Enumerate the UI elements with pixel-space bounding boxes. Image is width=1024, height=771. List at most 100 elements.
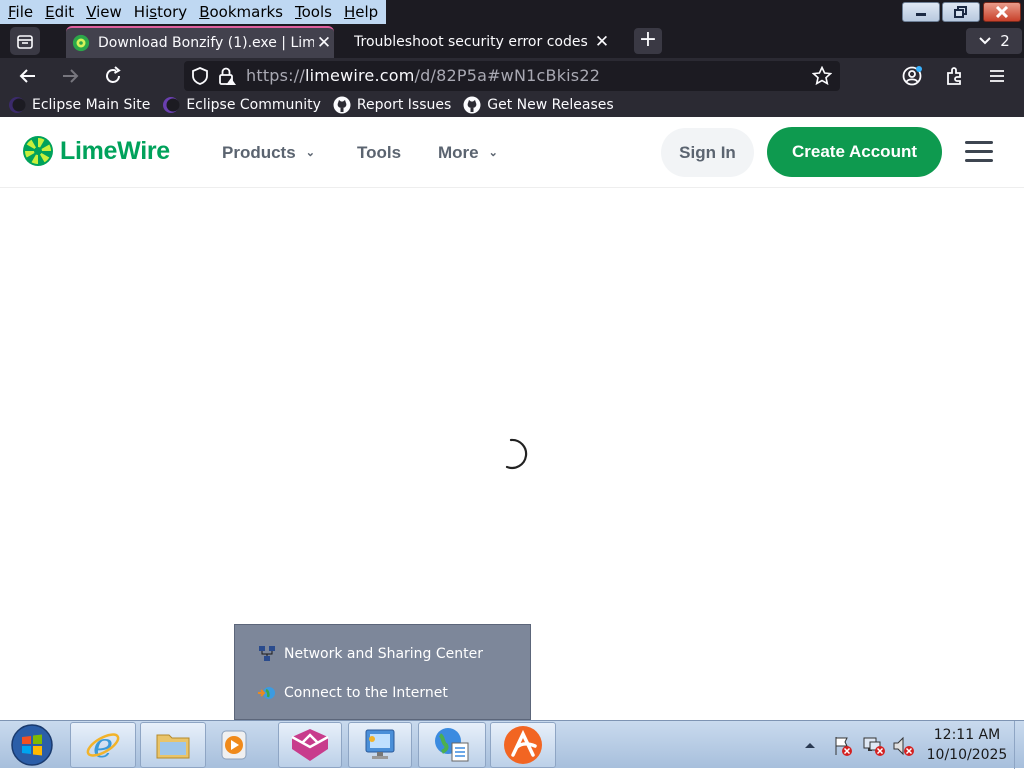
taskbar-avast[interactable] — [490, 722, 556, 768]
tab-title: Troubleshoot security error codes on sec… — [354, 34, 592, 50]
nav-tools[interactable]: Tools — [357, 117, 401, 188]
hamburger-menu-icon — [990, 70, 1004, 82]
lambda-app-icon — [291, 729, 329, 761]
tab-list-button[interactable] — [10, 27, 40, 55]
chevron-down-icon: ⌄ — [488, 147, 498, 159]
bookmarks-toolbar: Eclipse Main Site Eclipse Community Repo… — [0, 92, 1024, 117]
bookmark-eclipse-main[interactable]: Eclipse Main Site — [8, 96, 150, 114]
connect-internet-icon — [258, 687, 275, 699]
address-bar[interactable]: https://limewire.com/d/82P5a#wN1cBkis22 — [184, 61, 840, 91]
puzzle-icon — [947, 67, 961, 85]
taskbar-lambda-app[interactable] — [278, 722, 342, 768]
start-button[interactable] — [6, 723, 58, 767]
reload-icon — [106, 66, 121, 83]
create-account-button[interactable]: Create Account — [767, 127, 942, 177]
network-disconnected-icon[interactable] — [862, 735, 886, 757]
nav-bar: https://limewire.com/d/82P5a#wN1cBkis22 — [0, 58, 1024, 92]
close-tab-icon[interactable]: ✕ — [314, 33, 334, 53]
taskbar-remote-desktop[interactable] — [348, 722, 412, 768]
limewire-logo[interactable]: LimeWire — [22, 135, 170, 167]
account-button[interactable] — [898, 62, 926, 90]
show-desktop-button[interactable] — [1014, 721, 1024, 769]
forward-arrow-icon — [63, 69, 79, 83]
world-list-icon — [435, 728, 469, 762]
url-text[interactable]: https://limewire.com/d/82P5a#wN1cBkis22 — [246, 61, 600, 91]
eclipse-icon — [163, 96, 180, 113]
chevron-down-icon — [979, 37, 991, 45]
nav-products[interactable]: Products ⌄ — [222, 117, 315, 188]
taskbar-clock[interactable]: 12:11 AM 10/10/2025 — [920, 725, 1014, 765]
bookmark-star-icon[interactable] — [812, 66, 832, 86]
menu-edit[interactable]: Edit — [39, 0, 80, 24]
tab-overview-icon — [17, 35, 33, 49]
logo-text: LimeWire — [60, 136, 170, 165]
taskbar-world-list[interactable] — [418, 722, 486, 768]
eclipse-icon — [9, 96, 26, 113]
menu-tools[interactable]: Tools — [289, 0, 338, 24]
show-hidden-icons-icon[interactable] — [804, 740, 816, 750]
tab-limewire[interactable]: Download Bonzify (1).exe | LimeWire ✕ — [66, 26, 334, 58]
plus-icon: + — [638, 27, 658, 52]
lock-warning-icon[interactable] — [217, 66, 237, 86]
avast-icon — [504, 726, 542, 764]
back-arrow-icon — [19, 69, 35, 83]
tab-count: 2 — [1000, 32, 1010, 50]
svg-text:e: e — [93, 726, 113, 765]
account-icon — [902, 66, 922, 86]
menu-items: File Edit View History Bookmarks Tools H… — [0, 0, 387, 24]
shield-icon[interactable] — [191, 67, 209, 85]
menu-help[interactable]: Help — [338, 0, 384, 24]
close-icon — [995, 6, 1009, 18]
taskbar-file-explorer[interactable] — [140, 722, 206, 768]
tab-troubleshoot[interactable]: Troubleshoot security error codes on sec… — [344, 26, 612, 58]
menu-history[interactable]: History — [128, 0, 193, 24]
github-icon — [333, 96, 351, 113]
minimize-button[interactable] — [902, 2, 940, 22]
remote-desktop-icon — [365, 729, 395, 759]
action-center-flag-icon[interactable] — [832, 735, 854, 757]
site-menu-button[interactable] — [965, 141, 993, 163]
taskbar-internet-explorer[interactable]: e — [70, 722, 136, 768]
new-tab-button[interactable]: + — [634, 28, 662, 54]
bookmark-report-issues[interactable]: Report Issues — [333, 96, 451, 114]
network-tray-menu: Network and Sharing Center Connect to th… — [234, 624, 531, 720]
bookmark-new-releases[interactable]: Get New Releases — [463, 96, 614, 114]
limewire-favicon-icon — [72, 34, 90, 52]
internet-explorer-icon: e — [86, 726, 120, 765]
clock-time: 12:11 AM — [933, 727, 1001, 743]
tab-strip: Download Bonzify (1).exe | LimeWire ✕ Tr… — [0, 24, 1024, 58]
restore-button[interactable] — [942, 2, 980, 22]
menu-bookmarks[interactable]: Bookmarks — [193, 0, 289, 24]
menu-file[interactable]: File — [2, 0, 39, 24]
extensions-button[interactable] — [941, 62, 969, 90]
menu-bar: File Edit View History Bookmarks Tools H… — [0, 0, 1024, 24]
reload-button[interactable] — [99, 62, 127, 90]
limewire-logo-icon — [23, 136, 53, 166]
menu-connect-internet[interactable]: Connect to the Internet — [257, 683, 448, 703]
back-button[interactable] — [14, 62, 42, 90]
forward-button[interactable] — [56, 62, 84, 90]
chevron-down-icon: ⌄ — [305, 147, 315, 159]
site-header: LimeWire Products ⌄ Tools More ⌄ Sign In C… — [0, 117, 1024, 188]
close-window-button[interactable] — [983, 2, 1021, 22]
all-tabs-button[interactable]: 2 — [966, 28, 1022, 54]
minimize-icon — [916, 13, 926, 16]
nav-more[interactable]: More ⌄ — [438, 117, 498, 188]
windows-start-icon — [11, 724, 53, 766]
menu-view[interactable]: View — [80, 0, 128, 24]
clock-date: 10/10/2025 — [926, 747, 1008, 763]
close-tab-icon[interactable]: ✕ — [592, 32, 612, 52]
app-menu-button[interactable] — [983, 62, 1011, 90]
loading-spinner-icon — [505, 438, 528, 470]
hamburger-line — [965, 150, 993, 153]
sign-in-button[interactable]: Sign In — [661, 128, 754, 177]
bookmark-eclipse-community[interactable]: Eclipse Community — [162, 96, 321, 114]
tab-title: Download Bonzify (1).exe | LimeWire — [98, 35, 314, 51]
hamburger-line — [965, 159, 993, 162]
restore-icon — [954, 6, 967, 18]
file-explorer-icon — [156, 734, 190, 759]
volume-muted-icon[interactable] — [892, 735, 916, 757]
taskbar: e 12:11 AM 10/10/2025 — [0, 720, 1024, 769]
menu-network-sharing-center[interactable]: Network and Sharing Center — [257, 644, 483, 664]
taskbar-media-player[interactable] — [210, 722, 258, 768]
